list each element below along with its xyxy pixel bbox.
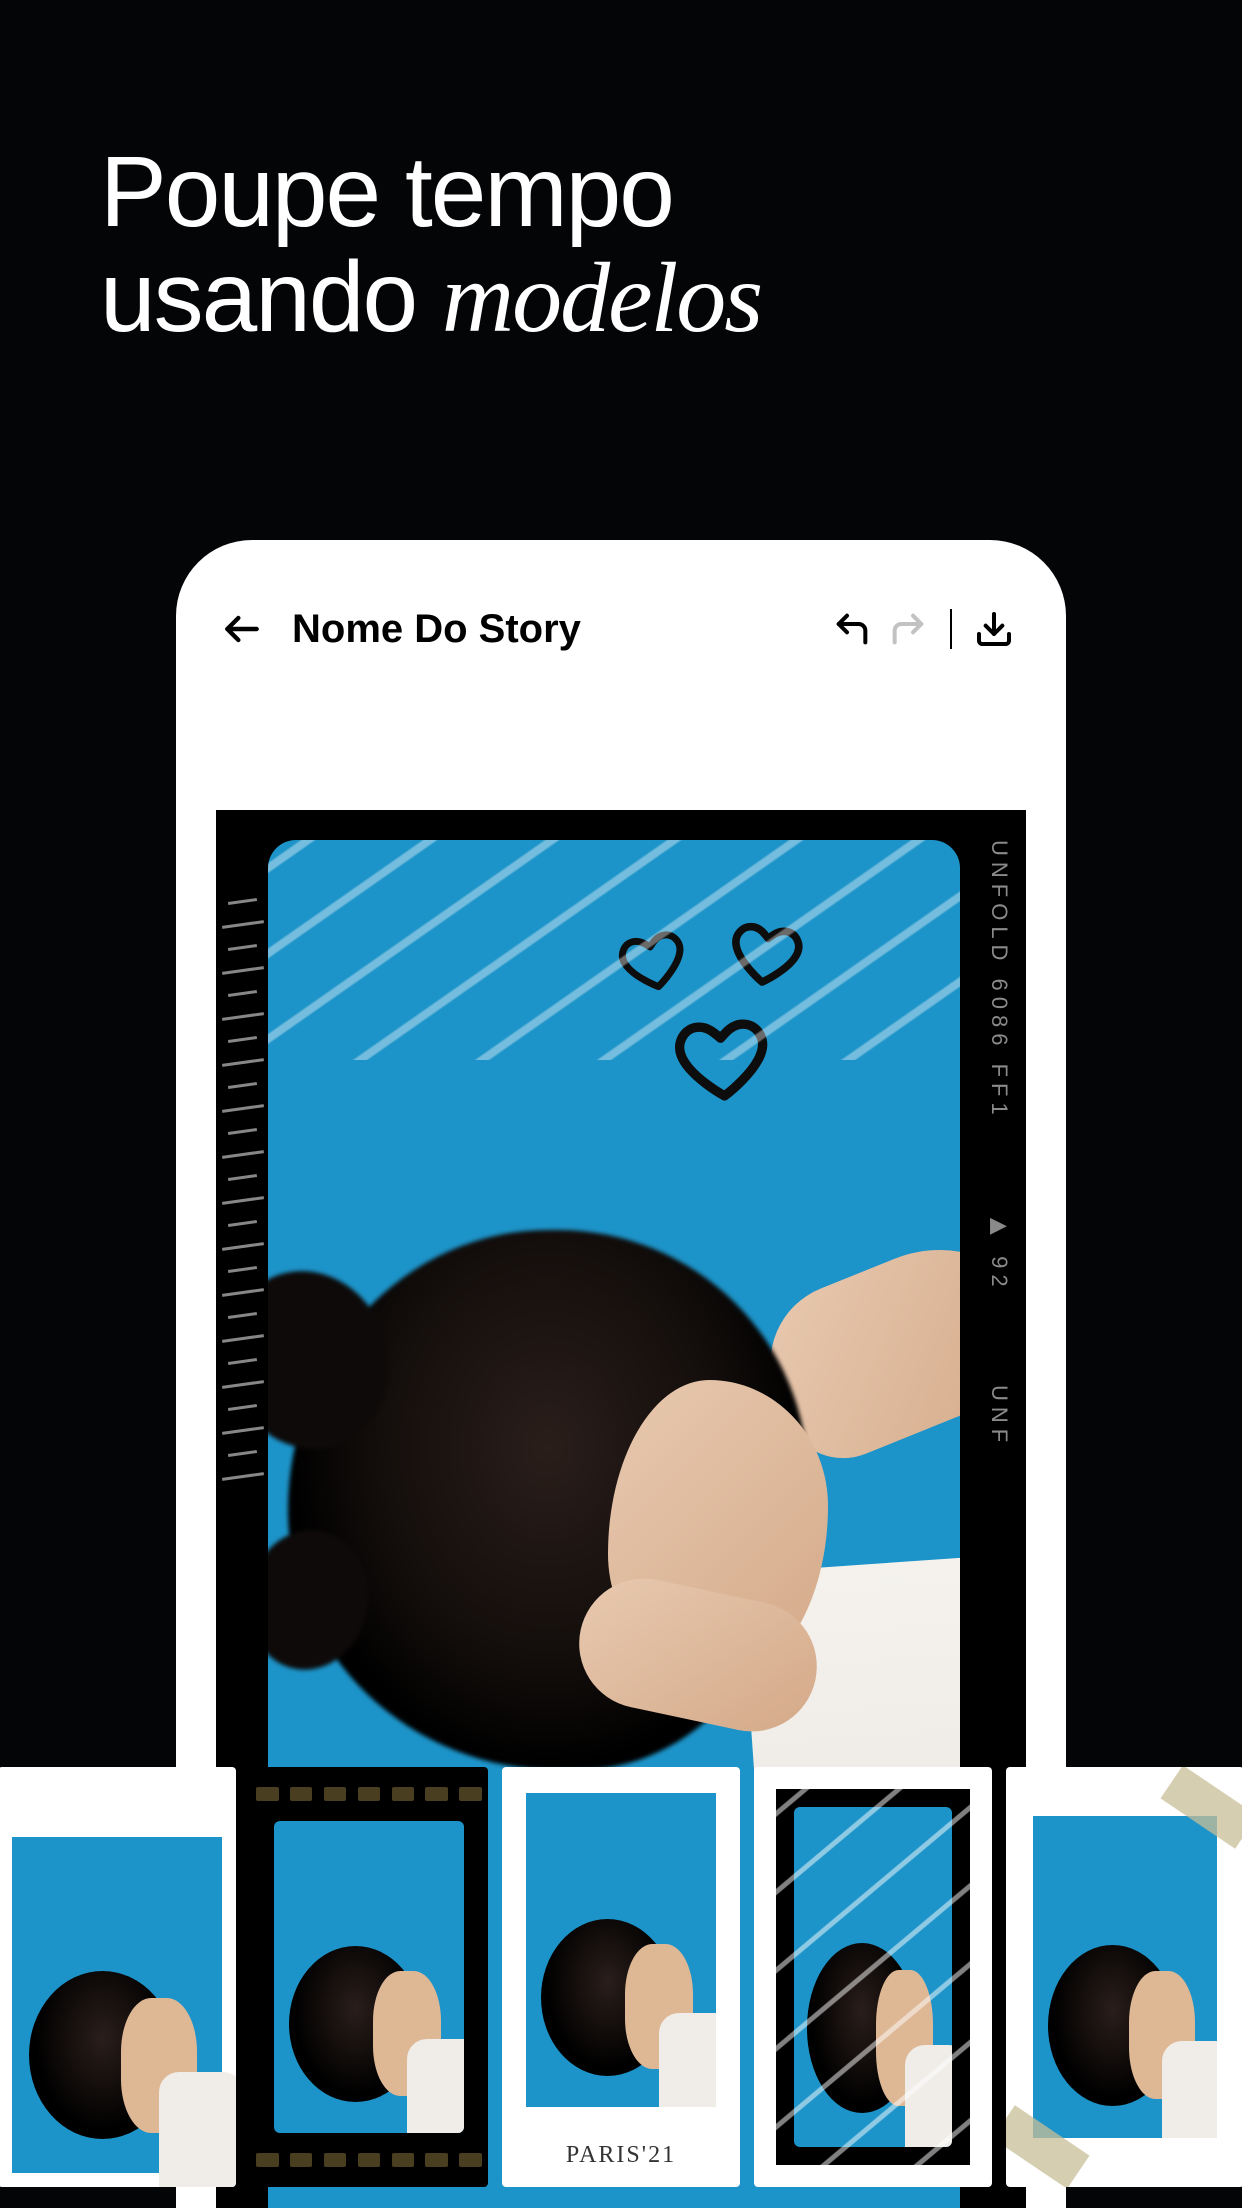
editor-toolbar: Nome Do Story bbox=[176, 584, 1066, 674]
film-marker: ▶ 92 bbox=[986, 1213, 1012, 1293]
headline-line-2a: usando bbox=[100, 241, 442, 353]
headline-line-1: Poupe tempo bbox=[100, 136, 673, 248]
film-label-bottom: UNF bbox=[986, 1385, 1012, 1448]
back-arrow-icon bbox=[220, 607, 264, 651]
download-icon bbox=[974, 609, 1014, 649]
template-card-plastic-film[interactable] bbox=[754, 1767, 992, 2187]
story-title[interactable]: Nome Do Story bbox=[292, 607, 581, 652]
redo-button[interactable] bbox=[880, 601, 936, 657]
download-button[interactable] bbox=[966, 601, 1022, 657]
plastic-shine-overlay bbox=[268, 840, 960, 1060]
film-label-top: UNFOLD 6086 FF1 bbox=[987, 840, 1012, 1121]
redo-icon bbox=[888, 609, 928, 649]
template-card-torn-edge[interactable] bbox=[0, 1767, 236, 2187]
headline-line-2b: modelos bbox=[442, 242, 761, 353]
marketing-headline: Poupe tempo usando modelos bbox=[100, 140, 761, 350]
template-card-film-frame[interactable] bbox=[250, 1767, 488, 2187]
templates-strip[interactable]: PARIS'21 bbox=[0, 1746, 1242, 2208]
undo-button[interactable] bbox=[824, 601, 880, 657]
template-card-polaroid[interactable]: PARIS'21 bbox=[502, 1767, 740, 2187]
template-card-taped[interactable] bbox=[1006, 1767, 1242, 2187]
template-caption: PARIS'21 bbox=[502, 2142, 740, 2169]
back-button[interactable] bbox=[220, 607, 264, 651]
undo-icon bbox=[832, 609, 872, 649]
toolbar-divider bbox=[950, 609, 952, 649]
